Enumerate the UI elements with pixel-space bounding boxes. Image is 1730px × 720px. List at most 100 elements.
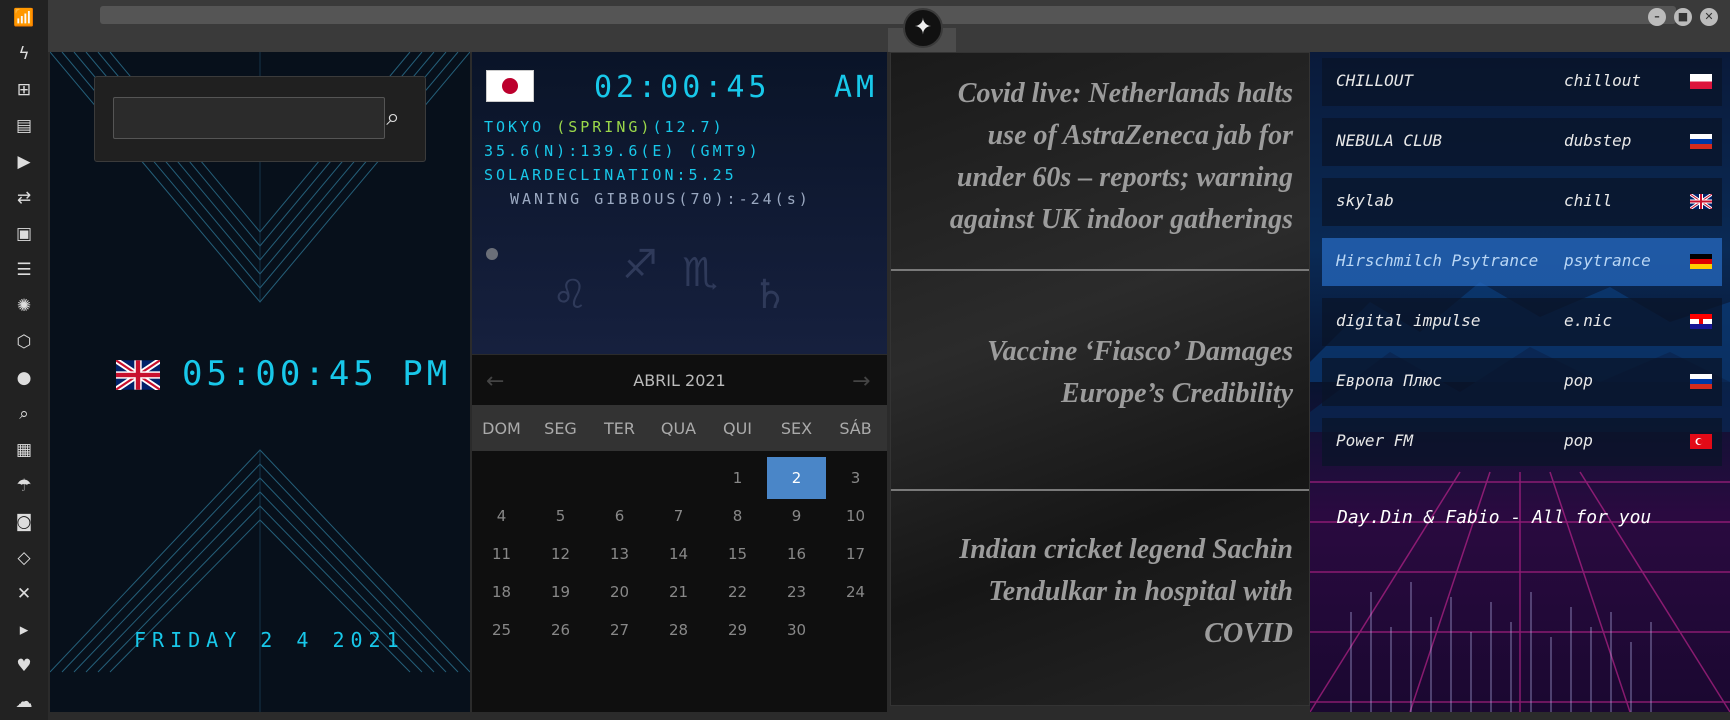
play-icon[interactable]: ▶	[12, 150, 36, 174]
radio-station[interactable]: digital impulse e.nic	[1322, 298, 1722, 346]
now-playing: Day.Din & Fabio - All for you	[1337, 507, 1652, 528]
umbrella-icon[interactable]: ☂	[12, 474, 36, 498]
wifi-icon[interactable]: 📶	[12, 6, 36, 30]
calendar-day[interactable]: 19	[531, 571, 590, 613]
calendar-day[interactable]: 10	[826, 495, 885, 537]
youtube-icon[interactable]: ▸	[12, 618, 36, 642]
address-bar[interactable]	[100, 6, 1676, 24]
archive-icon[interactable]: ▤	[12, 114, 36, 138]
station-name: Европа Плюс	[1336, 371, 1442, 390]
leo-icon: ♌	[552, 272, 588, 318]
calendar-day[interactable]: 23	[767, 571, 826, 613]
scorpio-icon: ♏	[682, 250, 718, 296]
tokyo-city: TOKYO	[484, 118, 557, 136]
radio-station[interactable]: skylab chill	[1322, 178, 1722, 226]
tokyo-temp: (12.7)	[652, 118, 725, 136]
calendar-day[interactable]: 21	[649, 571, 708, 613]
news-headline[interactable]: Covid live: Netherlands halts use of Ast…	[933, 73, 1293, 241]
tokyo-location: TOKYO (SPRING)(12.7)	[484, 118, 725, 136]
calendar-day[interactable]: 9	[767, 495, 826, 537]
station-genre: pop	[1564, 371, 1593, 390]
translate-icon[interactable]: ⇄	[12, 186, 36, 210]
globe-icon[interactable]: ●	[12, 366, 36, 390]
minimize-icon[interactable]: –	[1648, 8, 1666, 26]
calendar-day[interactable]: 12	[531, 533, 590, 575]
calendar-day[interactable]: 29	[708, 609, 767, 651]
saturn-icon: ♄	[752, 272, 788, 318]
calendar-day[interactable]: 18	[472, 571, 531, 613]
moon-phase: WANING GIBBOUS(70):-24(s)	[510, 190, 811, 208]
calendar-day[interactable]: 11	[472, 533, 531, 575]
radio-station[interactable]: Hirschmilch Psytrance psytrance	[1322, 238, 1722, 286]
app-sidebar: 📶 ϟ ⊞ ▤ ▶ ⇄ ▣ ☰ ✺ ⬡ ● ⌕ ▦ ☂ ◙ ◇ ✕ ▸ ♥ ☁	[0, 0, 48, 720]
calendar-day[interactable]: 6	[590, 495, 649, 537]
radio-station[interactable]: NEBULA CLUB dubstep	[1322, 118, 1722, 166]
code-icon[interactable]: ◇	[12, 546, 36, 570]
radio-station[interactable]: CHILLOUT chillout	[1322, 58, 1722, 106]
radio-icon[interactable]: ✺	[12, 294, 36, 318]
search-button[interactable]: ⌕	[375, 99, 411, 135]
calendar-day[interactable]: 7	[649, 495, 708, 537]
calendar-day[interactable]: 13	[590, 533, 649, 575]
calendar-day-selected[interactable]: 2	[767, 457, 826, 499]
station-name: Power FM	[1336, 431, 1414, 450]
weekday-label: TER	[604, 419, 635, 438]
tokyo-season: (SPRING)	[556, 118, 653, 136]
solar-declination: SOLARDECLINATION:5.25	[484, 166, 737, 184]
lightning-icon[interactable]: ϟ	[12, 42, 36, 66]
cloud-icon[interactable]: ☁	[12, 690, 36, 714]
news-headline[interactable]: Vaccine ‘Fiasco’ Damages Europe’s Credib…	[953, 331, 1293, 415]
tokyo-ampm: AM	[834, 70, 879, 105]
calendar-day[interactable]: 5	[531, 495, 590, 537]
radio-station[interactable]: Европа Плюс pop	[1322, 358, 1722, 406]
calendar-day[interactable]: 17	[826, 533, 885, 575]
uk-time: 05:00:45 PM	[182, 354, 452, 394]
news-headline[interactable]: Indian cricket legend Sachin Tendulkar i…	[953, 529, 1293, 655]
calendar-day[interactable]: 24	[826, 571, 885, 613]
calendar-day[interactable]: 14	[649, 533, 708, 575]
tokyo-time: 02:00:45	[594, 70, 771, 105]
calendar-day[interactable]: 25	[472, 609, 531, 651]
calendar-day[interactable]: 27	[590, 609, 649, 651]
calendar-day[interactable]: 26	[531, 609, 590, 651]
flag-ru-icon	[1690, 134, 1712, 149]
calendar-day[interactable]: 1	[708, 457, 767, 499]
search-icon[interactable]: ⌕	[12, 402, 36, 426]
station-name: CHILLOUT	[1336, 71, 1414, 90]
news-panel: Covid live: Netherlands halts use of Ast…	[890, 52, 1310, 706]
close-icon[interactable]: ✕	[1700, 8, 1718, 26]
maximize-icon[interactable]: ■	[1674, 8, 1692, 26]
station-name: digital impulse	[1336, 311, 1481, 330]
news-icon[interactable]: ☰	[12, 258, 36, 282]
calendar-day[interactable]: 28	[649, 609, 708, 651]
station-name: NEBULA CLUB	[1336, 131, 1442, 150]
japan-flag-icon	[486, 70, 534, 102]
station-genre: psytrance	[1564, 251, 1651, 270]
calendar-day[interactable]: 15	[708, 533, 767, 575]
uk-flag-icon	[116, 360, 160, 390]
fullscreen-icon[interactable]: ✕	[12, 582, 36, 606]
map-icon[interactable]: ▦	[12, 438, 36, 462]
weekday-label: SÁB	[839, 419, 872, 438]
flag-pl-icon	[1690, 74, 1712, 89]
image-icon[interactable]: ▣	[12, 222, 36, 246]
radio-station[interactable]: Power FM pop	[1322, 418, 1722, 466]
uk-clock-panel: ⌕ 05:00:45 PM FRIDAY 2 4 2021	[50, 52, 470, 712]
next-month-icon[interactable]: →	[852, 369, 870, 394]
calendar-day[interactable]: 4	[472, 495, 531, 537]
windows-icon[interactable]: ⊞	[12, 78, 36, 102]
rebel-alliance-icon[interactable]: ✦	[903, 8, 943, 48]
heart-icon[interactable]: ♥	[12, 654, 36, 678]
calendar-day[interactable]: 16	[767, 533, 826, 575]
calendar-day[interactable]: 30	[767, 609, 826, 651]
contacts-icon[interactable]: ◙	[12, 510, 36, 534]
search-input[interactable]	[113, 97, 385, 139]
calendar-day[interactable]: 8	[708, 495, 767, 537]
moon-phase-icon	[486, 248, 498, 260]
calendar-month: ABRIL 2021	[633, 371, 726, 390]
weekday-label: SEX	[780, 419, 813, 438]
calendar-day[interactable]: 22	[708, 571, 767, 613]
calendar-day[interactable]: 20	[590, 571, 649, 613]
calendar-day[interactable]: 3	[826, 457, 885, 499]
hexagon-icon[interactable]: ⬡	[12, 330, 36, 354]
